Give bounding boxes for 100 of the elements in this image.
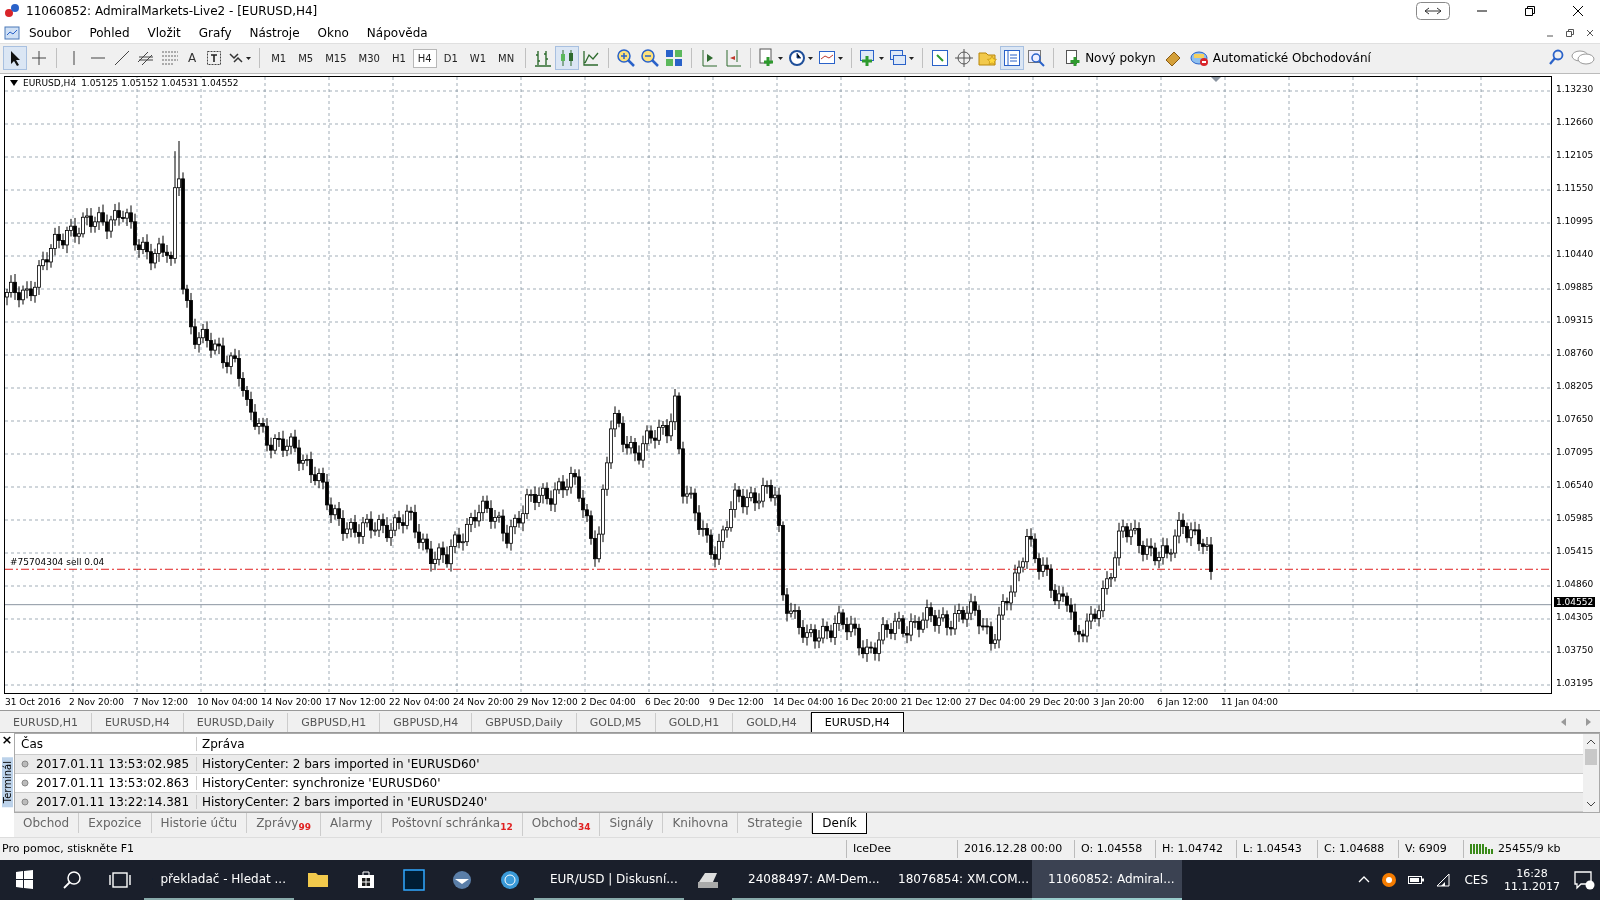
new-order-icon bbox=[1064, 49, 1083, 68]
chart-tab[interactable]: EURUSD,H1 bbox=[0, 713, 92, 733]
time-label: 29 Dec 20:00 bbox=[1029, 696, 1091, 707]
close-icon[interactable] bbox=[1572, 5, 1584, 18]
status-open: O: 1.04558 bbox=[1074, 840, 1155, 858]
column-header[interactable]: Čas bbox=[15, 737, 197, 752]
clock[interactable]: 16:28 11.1.2017 bbox=[1504, 866, 1560, 893]
close-button[interactable]: × bbox=[1, 733, 13, 748]
chart-tab[interactable]: GOLD,H4 bbox=[733, 713, 811, 733]
scroll-marker-icon[interactable] bbox=[1211, 76, 1221, 82]
scroll-down-icon[interactable] bbox=[1586, 800, 1596, 809]
time-label: 17 Nov 12:00 bbox=[325, 696, 387, 707]
candlestick-icon[interactable] bbox=[556, 47, 579, 70]
chart-tab[interactable]: EURUSD,Daily bbox=[183, 713, 289, 733]
cursor-icon[interactable] bbox=[4, 47, 26, 70]
time-label: 9 Dec 12:00 bbox=[709, 696, 765, 707]
menu-item[interactable]: Soubor bbox=[20, 25, 81, 40]
auto-trading-button[interactable]: Automatické Obchodování bbox=[1185, 47, 1375, 70]
terminal-tab[interactable]: Knihovna bbox=[663, 813, 739, 834]
terminal-tab[interactable]: Obchod bbox=[14, 813, 80, 834]
status-close: C: 1.04688 bbox=[1317, 840, 1398, 858]
app-icon bbox=[4, 3, 20, 20]
time-label: 7 Nov 12:00 bbox=[133, 696, 189, 707]
close-icon[interactable] bbox=[1585, 27, 1595, 38]
timeframe-button[interactable]: H1 bbox=[386, 48, 411, 68]
order-line[interactable] bbox=[5, 568, 1551, 570]
price-label: 1.09885 bbox=[1556, 281, 1594, 292]
timeframe-button[interactable]: MN bbox=[493, 48, 520, 68]
terminal-tab[interactable]: Alarmy bbox=[321, 813, 383, 834]
log-time: 2017.01.11 13:22:14.381 bbox=[36, 795, 190, 810]
menu-item[interactable]: Nápověda bbox=[357, 25, 437, 40]
chart-area[interactable]: EURUSD,H4 1.05125 1.05152 1.04531 1.04552 #75704304 sell 0.04 bbox=[4, 75, 1552, 694]
scrollbar-thumb[interactable] bbox=[1585, 749, 1597, 766]
chart-tab[interactable]: GBPUSD,Daily bbox=[472, 713, 577, 733]
new-order-button[interactable]: Nový pokyn bbox=[1060, 47, 1160, 70]
log-time: 2017.01.11 13:53:02.985 bbox=[36, 757, 190, 772]
status-traffic: 25455/9 kb bbox=[1498, 842, 1561, 856]
price-label: 1.04860 bbox=[1556, 578, 1594, 589]
time-label: 2 Nov 20:00 bbox=[69, 696, 125, 707]
terminal-window-icon[interactable] bbox=[1001, 47, 1024, 70]
maximize-icon[interactable] bbox=[1524, 5, 1536, 18]
collapse-icon[interactable] bbox=[10, 79, 18, 86]
terminal-tab[interactable]: Historie účtu bbox=[151, 813, 248, 834]
taskbar-item[interactable]: EUR/USD | Diskusní... bbox=[534, 859, 684, 900]
time-label: 2 Dec 04:00 bbox=[581, 696, 637, 707]
chart-tab[interactable]: GBPUSD,H4 bbox=[380, 713, 473, 733]
chart-symbol: EURUSD,H4 bbox=[23, 77, 77, 88]
restore-icon[interactable] bbox=[1565, 27, 1575, 38]
price-label: 1.05985 bbox=[1556, 512, 1594, 523]
taskbar-item[interactable]: 11060852: Admiral... bbox=[1032, 859, 1182, 900]
notification-icon[interactable] bbox=[1573, 869, 1595, 890]
wifi-icon[interactable] bbox=[1435, 872, 1452, 887]
status-profile: IceDee bbox=[846, 840, 957, 858]
chart-tab[interactable]: EURUSD,H4 bbox=[810, 712, 904, 733]
terminal-tab[interactable]: Deník bbox=[812, 813, 867, 835]
chart-tab[interactable]: GBPUSD,H1 bbox=[288, 713, 381, 733]
column-header[interactable]: Zpráva bbox=[197, 737, 245, 752]
avast-icon[interactable] bbox=[1381, 871, 1398, 888]
price-label: 1.07095 bbox=[1556, 446, 1594, 457]
menu-item[interactable]: Vložit bbox=[138, 25, 190, 40]
time-label: 31 Oct 2016 bbox=[5, 696, 62, 707]
status-low: L: 1.04543 bbox=[1236, 840, 1317, 858]
terminal-tab[interactable]: Signály bbox=[600, 813, 664, 834]
terminal-tab[interactable]: Zprávy$_{99}$ bbox=[247, 813, 321, 836]
timeframe-button[interactable]: D1 bbox=[438, 48, 463, 68]
menu-item[interactable]: Grafy bbox=[189, 25, 241, 40]
chart-tab[interactable]: GOLD,H1 bbox=[655, 713, 734, 733]
timeframe-button[interactable]: M5 bbox=[293, 48, 319, 68]
price-label: 1.08205 bbox=[1556, 380, 1594, 391]
timeframe-button[interactable]: M1 bbox=[266, 48, 292, 68]
text-tool[interactable]: A bbox=[183, 51, 202, 66]
terminal-tab[interactable]: Obchod$_{34}$ bbox=[522, 813, 601, 836]
price-label: 1.03750 bbox=[1556, 644, 1594, 655]
document-icon[interactable] bbox=[4, 24, 20, 41]
menu-item[interactable]: Pohled bbox=[80, 25, 139, 40]
scroll-up-icon[interactable] bbox=[1586, 738, 1596, 747]
resize-icon[interactable] bbox=[1416, 2, 1450, 21]
time-label: 14 Dec 04:00 bbox=[773, 696, 835, 707]
crosshair-icon[interactable] bbox=[953, 47, 976, 70]
language-indicator[interactable]: CES bbox=[1464, 872, 1488, 887]
log-time: 2017.01.11 13:53:02.863 bbox=[36, 776, 190, 791]
terminal-tab[interactable]: Expozice bbox=[79, 813, 152, 834]
chart-tab[interactable]: EURUSD,H4 bbox=[91, 713, 184, 733]
taskbar-item[interactable]: 24088497: AM-Dem... bbox=[732, 859, 882, 900]
price-label: 1.08760 bbox=[1556, 347, 1594, 358]
chart-tab[interactable]: GOLD,M5 bbox=[576, 713, 656, 733]
price-label: 1.04305 bbox=[1556, 611, 1594, 622]
timeframe-button[interactable]: H4 bbox=[412, 48, 437, 68]
timeframe-button[interactable]: W1 bbox=[464, 48, 492, 68]
taskbar-item[interactable]: překladač - Hledat ... bbox=[144, 859, 294, 900]
status-volume: V: 6909 bbox=[1398, 840, 1463, 858]
terminal-tab[interactable]: Poštovní schránka$_{12}$ bbox=[382, 813, 523, 836]
menu-item[interactable]: Nástroje bbox=[240, 25, 309, 40]
timeframe-button[interactable]: M15 bbox=[320, 48, 352, 68]
status-high: H: 1.04742 bbox=[1155, 840, 1236, 858]
price-label: 1.10995 bbox=[1556, 215, 1594, 226]
time-label: 6 Dec 20:00 bbox=[645, 696, 701, 707]
timeframe-button[interactable]: M30 bbox=[353, 48, 385, 68]
chart-ohlc: 1.05125 1.05152 1.04531 1.04552 bbox=[81, 77, 239, 88]
menu-item[interactable]: Okno bbox=[308, 25, 358, 40]
